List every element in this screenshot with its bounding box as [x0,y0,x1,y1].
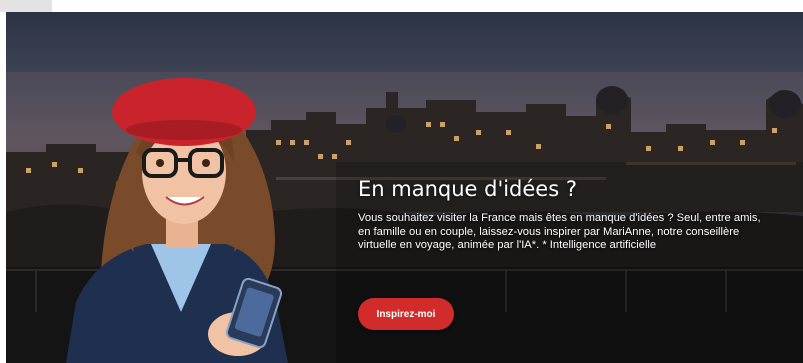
top-tab [0,0,52,12]
hero-title: En manque d'idées ? [358,177,577,201]
hero-description: Vous souhaitez visiter la France mais êt… [358,212,761,251]
hero-banner: En manque d'idées ? Vous souhaitez visit… [6,12,803,363]
inspire-me-button[interactable]: Inspirez-moi [358,298,454,330]
